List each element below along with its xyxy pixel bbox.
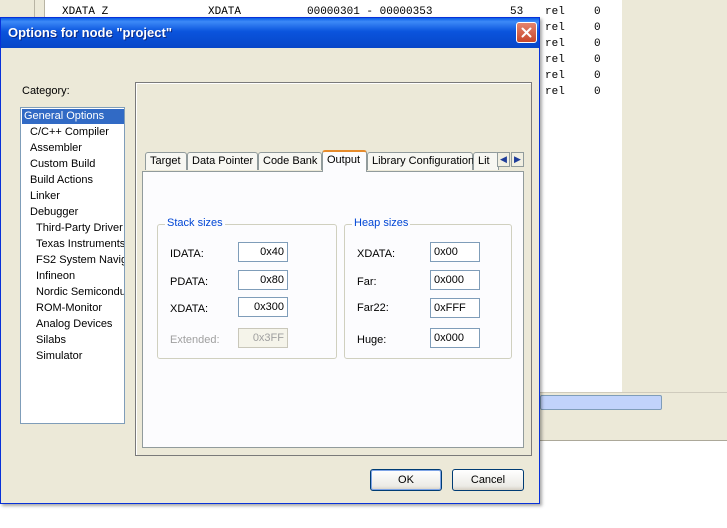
stack-xdata-label: XDATA: bbox=[170, 303, 209, 315]
tab-output[interactable]: Output bbox=[322, 150, 367, 172]
category-item-assembler[interactable]: Assembler bbox=[28, 141, 84, 156]
stack-extended-input[interactable]: 0x3FF bbox=[238, 328, 288, 348]
tab-scroll-buttons: ◀ ▶ bbox=[497, 152, 525, 167]
map-segment-align: 0 bbox=[594, 6, 601, 18]
category-item-silabs[interactable]: Silabs bbox=[34, 333, 68, 348]
category-item-analog-devices[interactable]: Analog Devices bbox=[34, 317, 114, 332]
tab-scroll-right-button[interactable]: ▶ bbox=[511, 152, 524, 167]
map-segment-type: rel bbox=[545, 86, 565, 98]
stack-sizes-group: Stack sizes IDATA: 0x40 PDATA: 0x80 XDAT… bbox=[157, 217, 337, 359]
close-icon bbox=[521, 27, 532, 38]
category-item-debugger[interactable]: Debugger bbox=[28, 205, 80, 220]
category-label: Category: bbox=[22, 85, 70, 97]
category-item-fs2-system-navigator[interactable]: FS2 System Navig bbox=[34, 253, 124, 268]
category-item-rom-monitor[interactable]: ROM-Monitor bbox=[34, 301, 104, 316]
heap-far22-label: Far22: bbox=[357, 302, 389, 314]
editor-lower-strip bbox=[540, 410, 727, 441]
category-item-linker[interactable]: Linker bbox=[28, 189, 62, 204]
stack-xdata-input[interactable]: 0x300 bbox=[238, 297, 288, 317]
tab-library-configuration[interactable]: Library Configuration bbox=[367, 152, 474, 170]
map-segment-align: 0 bbox=[594, 86, 601, 98]
heap-huge-label: Huge: bbox=[357, 334, 387, 346]
dialog-title: Options for node "project" bbox=[8, 25, 172, 40]
category-item-cpp-compiler[interactable]: C/C++ Compiler bbox=[28, 125, 111, 140]
category-item-texas-instruments[interactable]: Texas Instruments bbox=[34, 237, 124, 252]
heap-xdata-input[interactable]: 0x00 bbox=[430, 242, 480, 262]
category-item-infineon[interactable]: Infineon bbox=[34, 269, 77, 284]
heap-huge-input[interactable]: 0x000 bbox=[430, 328, 480, 348]
category-item-nordic-semiconductor[interactable]: Nordic Semiconduc bbox=[34, 285, 124, 300]
horizontal-scrollbar[interactable] bbox=[540, 392, 727, 411]
close-button[interactable] bbox=[516, 22, 537, 43]
tab-data-pointer[interactable]: Data Pointer bbox=[187, 152, 258, 170]
tab-content: Stack sizes IDATA: 0x40 PDATA: 0x80 XDAT… bbox=[142, 171, 524, 448]
chevron-right-icon: ▶ bbox=[514, 154, 521, 164]
category-item-custom-build[interactable]: Custom Build bbox=[28, 157, 97, 172]
tab-library-options[interactable]: Lit bbox=[473, 152, 499, 170]
stack-idata-input[interactable]: 0x40 bbox=[238, 242, 288, 262]
map-segment-type: rel bbox=[545, 6, 565, 18]
editor-side-panel bbox=[622, 0, 727, 392]
dialog-titlebar[interactable]: Options for node "project" bbox=[1, 18, 539, 48]
stack-extended-label: Extended: bbox=[170, 334, 220, 346]
tab-code-bank[interactable]: Code Bank bbox=[258, 152, 322, 170]
category-item-general-options[interactable]: General Options bbox=[22, 109, 124, 124]
map-segment-align: 0 bbox=[594, 22, 601, 34]
map-segment-align: 0 bbox=[594, 70, 601, 82]
tab-target[interactable]: Target bbox=[145, 152, 187, 170]
map-segment-align: 0 bbox=[594, 54, 601, 66]
category-list[interactable]: General Options C/C++ Compiler Assembler… bbox=[20, 107, 125, 424]
ok-button[interactable]: OK bbox=[370, 469, 442, 491]
stack-pdata-input[interactable]: 0x80 bbox=[238, 270, 288, 290]
stack-pdata-label: PDATA: bbox=[170, 276, 209, 288]
stack-idata-label: IDATA: bbox=[170, 248, 204, 260]
heap-far-input[interactable]: 0x000 bbox=[430, 270, 480, 290]
map-segment-align: 0 bbox=[594, 38, 601, 50]
heap-far-label: Far: bbox=[357, 276, 377, 288]
scrollbar-thumb[interactable] bbox=[540, 395, 662, 410]
heap-far22-input[interactable]: 0xFFF bbox=[430, 298, 480, 318]
options-dialog: Options for node "project" Category: Gen… bbox=[0, 17, 540, 504]
map-segment-type: rel bbox=[545, 70, 565, 82]
category-item-simulator[interactable]: Simulator bbox=[34, 349, 84, 364]
chevron-left-icon: ◀ bbox=[500, 154, 507, 164]
category-item-third-party-driver[interactable]: Third-Party Driver bbox=[34, 221, 124, 236]
map-segment-type: rel bbox=[545, 22, 565, 34]
map-segment-type: rel bbox=[545, 54, 565, 66]
cancel-button[interactable]: Cancel bbox=[452, 469, 524, 491]
heap-sizes-title: Heap sizes bbox=[352, 217, 411, 229]
tab-scroll-left-button[interactable]: ◀ bbox=[497, 152, 510, 167]
heap-xdata-label: XDATA: bbox=[357, 248, 396, 260]
heap-sizes-group: Heap sizes XDATA: 0x00 Far: 0x000 Far22:… bbox=[344, 217, 512, 359]
category-item-build-actions[interactable]: Build Actions bbox=[28, 173, 95, 188]
map-segment-type: rel bbox=[545, 38, 565, 50]
stack-sizes-title: Stack sizes bbox=[165, 217, 225, 229]
